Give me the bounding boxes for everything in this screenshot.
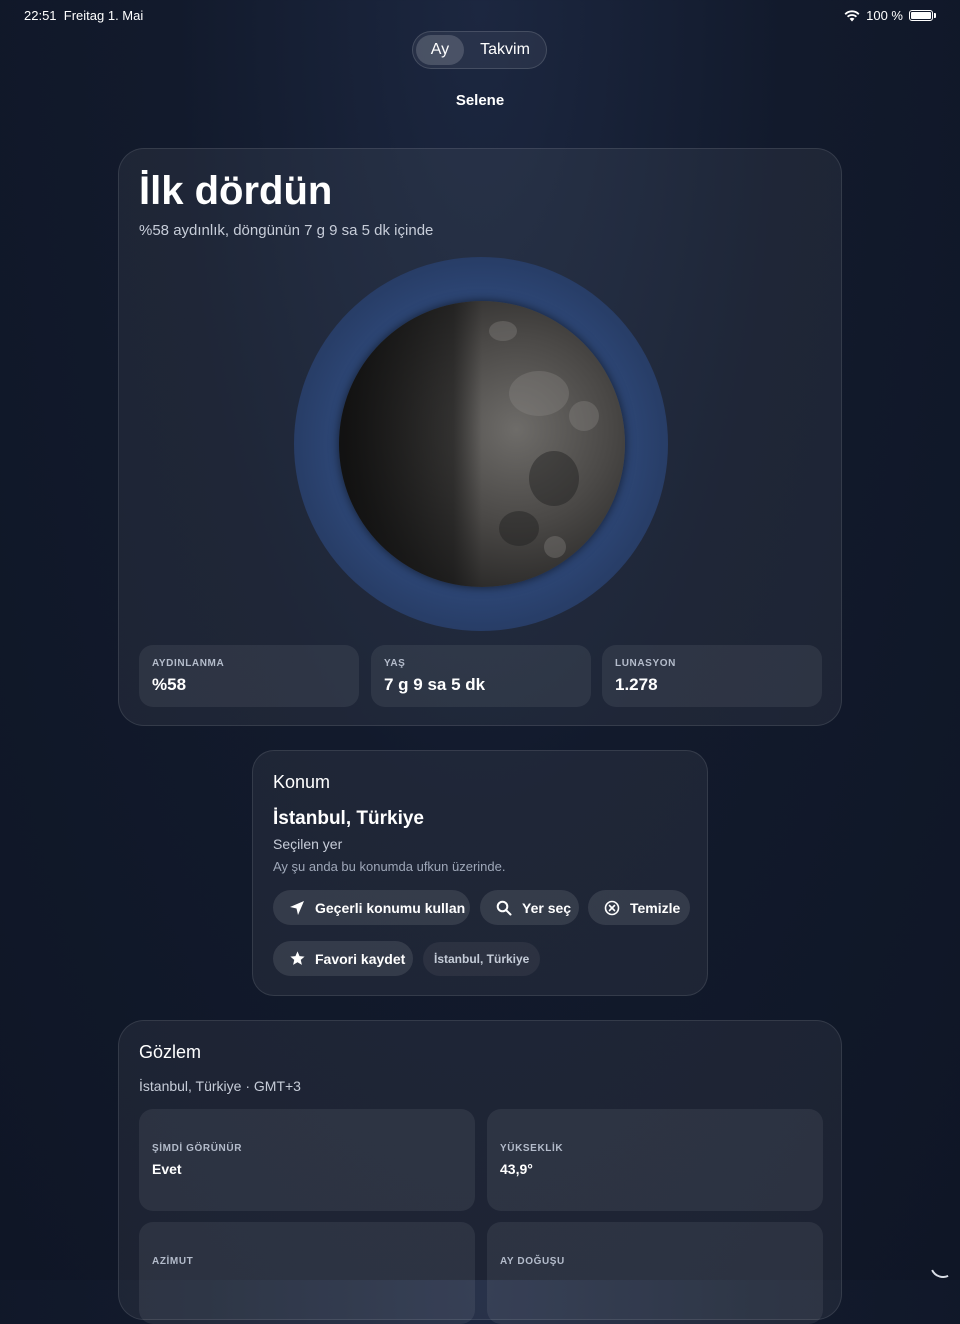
tile-label: AY DOĞUŞU — [500, 1256, 565, 1267]
location-title: Konum — [273, 772, 331, 792]
search-icon — [494, 898, 514, 918]
location-card: Konum İstanbul, Türkiye Seçilen yer Ay ş… — [252, 750, 708, 996]
stat-value: 7 g 9 sa 5 dk — [384, 675, 486, 694]
tile-azimuth: AZİMUT — [139, 1222, 475, 1324]
app-title: Selene — [455, 92, 505, 109]
scroll-indicator-icon — [926, 1248, 960, 1282]
observation-title: Gözlem — [139, 1042, 202, 1062]
stat-label: YAŞ — [384, 658, 406, 669]
location-subtitle: Seçilen yer — [273, 836, 343, 852]
tile-value: Evet — [152, 1161, 182, 1177]
status-bar: 22:51 Freitag 1. Mai 100 % — [0, 0, 960, 30]
battery-percent: 100 % — [866, 8, 903, 23]
star-icon — [287, 949, 307, 969]
phase-subtitle: %58 aydınlık, döngünün 7 g 9 sa 5 dk içi… — [139, 222, 434, 239]
battery-tip — [934, 13, 936, 18]
location-name: İstanbul, Türkiye — [273, 808, 424, 829]
close-circle-icon — [602, 898, 622, 918]
favorite-location-chip[interactable]: İstanbul, Türkiye — [423, 942, 541, 976]
moon-crater — [509, 371, 569, 416]
location-note: Ay şu anda bu konumda ufkun üzerinde. — [273, 859, 506, 874]
choose-place-button[interactable]: Yer seç — [480, 890, 579, 925]
tile-visible-now: ŞİMDİ GÖRÜNÜR Evet — [139, 1109, 475, 1211]
status-time-date: 22:51 Freitag 1. Mai — [24, 8, 143, 23]
moon-crater — [569, 401, 599, 431]
stat-illumination: AYDINLANMA %58 — [139, 645, 359, 707]
observation-card: Gözlem İstanbul, Türkiye · GMT+3 ŞİMDİ G… — [118, 1020, 842, 1324]
stat-value: %58 — [152, 675, 187, 694]
tile-moonrise: AY DOĞUŞU — [487, 1222, 823, 1324]
clear-label: Temizle — [630, 899, 681, 916]
moon-crater — [529, 451, 579, 506]
moon-crater — [544, 536, 566, 558]
stat-label: LUNASYON — [615, 658, 676, 669]
moon-image — [339, 301, 625, 587]
status-right: 100 % — [844, 8, 936, 23]
tile-altitude: YÜKSEKLİK 43,9° — [487, 1109, 823, 1211]
stat-value: 1.278 — [615, 675, 658, 694]
wifi-icon — [844, 9, 860, 21]
phase-name: İlk dördün — [139, 169, 333, 213]
save-favorite-label: Favori kaydet — [315, 950, 406, 967]
status-time: 22:51 — [24, 8, 57, 23]
tile-label: ŞİMDİ GÖRÜNÜR — [152, 1143, 243, 1154]
tile-label: YÜKSEKLİK — [500, 1143, 564, 1154]
use-current-location-button[interactable]: Geçerli konumu kullan — [273, 890, 470, 925]
moon-shadow — [339, 301, 482, 587]
observation-subtitle: İstanbul, Türkiye · GMT+3 — [139, 1078, 301, 1094]
moon-crater — [489, 321, 517, 341]
choose-place-label: Yer seç — [522, 899, 572, 916]
tile-value: 43,9° — [500, 1161, 533, 1177]
clear-button[interactable]: Temizle — [588, 890, 690, 925]
moon-crater — [499, 511, 539, 546]
segment-ay[interactable]: Ay — [416, 35, 464, 65]
use-current-location-label: Geçerli konumu kullan — [315, 899, 466, 916]
moon-phase-card: İlk dördün %58 aydınlık, döngünün 7 g 9 … — [118, 148, 842, 726]
battery-icon — [909, 10, 933, 21]
save-favorite-button[interactable]: Favori kaydet — [273, 941, 413, 976]
segment-takvim[interactable]: Takvim — [469, 35, 541, 65]
stat-age: YAŞ 7 g 9 sa 5 dk — [371, 645, 591, 707]
stat-label: AYDINLANMA — [152, 658, 225, 669]
location-arrow-icon — [287, 898, 307, 918]
stat-lunation: LUNASYON 1.278 — [602, 645, 822, 707]
tile-label: AZİMUT — [152, 1256, 194, 1267]
status-date: Freitag 1. Mai — [63, 8, 144, 23]
mode-segmented-control: Ay Takvim — [412, 31, 547, 69]
